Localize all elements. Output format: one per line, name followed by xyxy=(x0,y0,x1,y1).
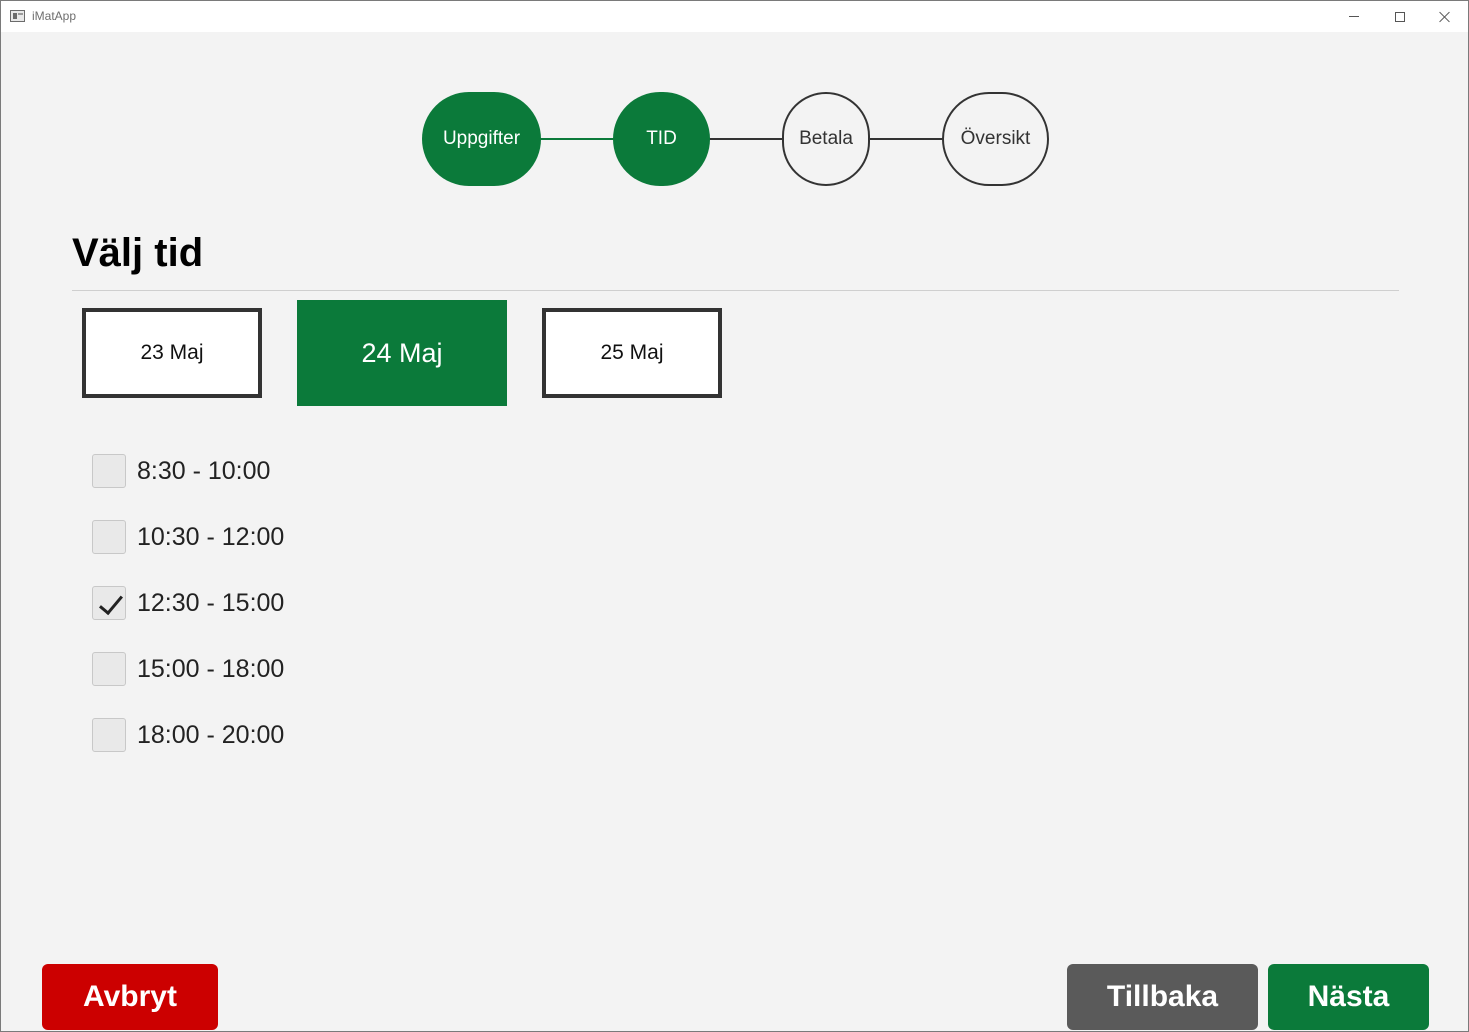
time-slot-checkbox[interactable] xyxy=(92,652,126,686)
step-uppgifter[interactable]: Uppgifter xyxy=(422,92,541,186)
date-label: 25 Maj xyxy=(600,341,664,364)
time-slot-label: 12:30 - 15:00 xyxy=(137,588,285,617)
step-tid[interactable]: TID xyxy=(613,92,710,186)
time-slot-label: 8:30 - 10:00 xyxy=(137,456,271,485)
close-button[interactable] xyxy=(1422,1,1468,32)
app-icon xyxy=(10,10,25,22)
minimize-button[interactable] xyxy=(1331,1,1377,32)
step-betala[interactable]: Betala xyxy=(782,92,870,186)
time-slot-checkbox[interactable] xyxy=(92,454,126,488)
time-slot-label: 10:30 - 12:00 xyxy=(137,522,285,551)
time-slot[interactable]: 18:00 - 20:00 xyxy=(92,718,284,752)
step-label: Betala xyxy=(799,128,853,149)
time-slot-label: 15:00 - 18:00 xyxy=(137,654,285,683)
date-button-24-maj[interactable]: 24 Maj xyxy=(297,300,507,406)
step-connector-2 xyxy=(709,138,784,140)
date-label: 23 Maj xyxy=(140,341,204,364)
divider xyxy=(72,290,1399,291)
step-oversikt[interactable]: Översikt xyxy=(942,92,1049,186)
cancel-button[interactable]: Avbryt xyxy=(42,964,218,1030)
time-slot[interactable]: 8:30 - 10:00 xyxy=(92,454,270,488)
date-button-23-maj[interactable]: 23 Maj xyxy=(82,308,262,398)
step-label: Översikt xyxy=(960,128,1031,149)
time-slot[interactable]: 12:30 - 15:00 xyxy=(92,586,284,620)
time-slot-checkbox[interactable] xyxy=(92,718,126,752)
close-icon xyxy=(1439,11,1451,23)
time-slot[interactable]: 15:00 - 18:00 xyxy=(92,652,284,686)
time-slot[interactable]: 10:30 - 12:00 xyxy=(92,520,284,554)
title-bar: iMatApp xyxy=(1,1,1468,32)
page-title: Välj tid xyxy=(72,231,204,275)
maximize-button[interactable] xyxy=(1377,1,1423,32)
next-button[interactable]: Nästa xyxy=(1268,964,1429,1030)
step-connector-1 xyxy=(539,138,615,140)
time-slot-label: 18:00 - 20:00 xyxy=(137,720,285,749)
window-title: iMatApp xyxy=(32,9,77,23)
back-button[interactable]: Tillbaka xyxy=(1067,964,1258,1030)
date-label: 24 Maj xyxy=(361,337,443,368)
step-connector-3 xyxy=(868,138,944,140)
step-label: TID xyxy=(646,128,677,149)
time-slot-checkbox[interactable] xyxy=(92,520,126,554)
step-label: Uppgifter xyxy=(442,128,521,149)
minimize-icon xyxy=(1349,16,1359,17)
maximize-icon xyxy=(1395,11,1405,22)
time-slot-checkbox-checked[interactable] xyxy=(92,586,126,620)
date-button-25-maj[interactable]: 25 Maj xyxy=(542,308,722,398)
app-window: iMatApp Uppgifter TID Betala Översikt Vä… xyxy=(0,0,1469,1032)
